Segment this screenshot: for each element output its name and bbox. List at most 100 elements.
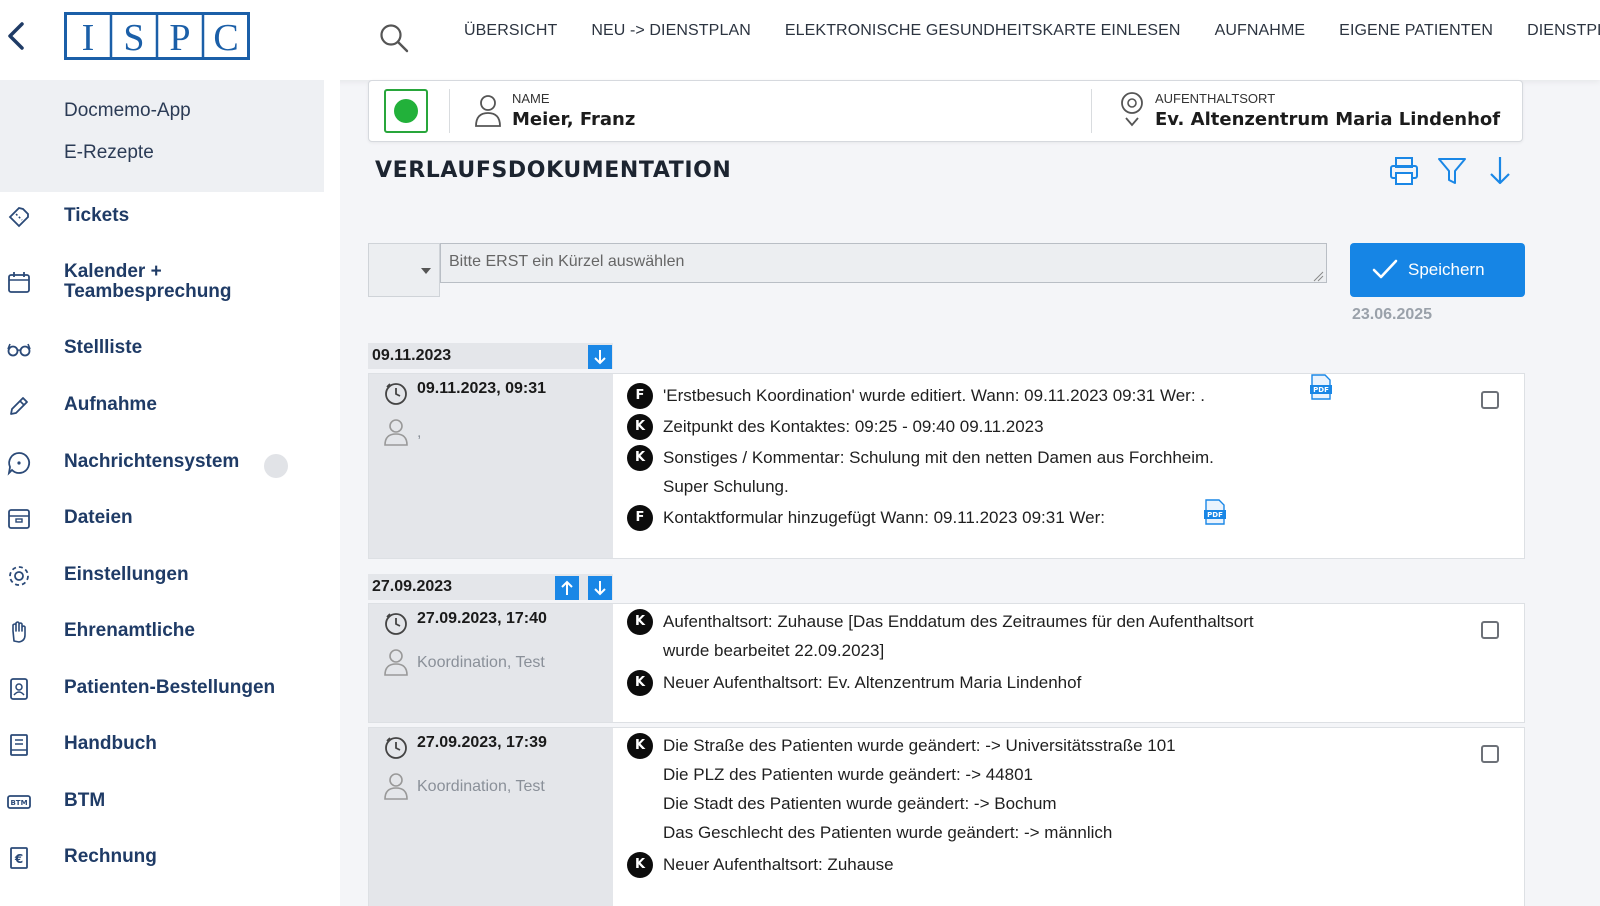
- history-entry: 27.09.2023, 17:39 Koordination, Test K D…: [368, 727, 1525, 906]
- user-icon: [384, 419, 408, 446]
- calendar-icon: [8, 272, 30, 293]
- sidebar-item-einstellungen[interactable]: Einstellungen: [0, 555, 330, 601]
- sidebar-item-btm[interactable]: BTM BTM: [0, 781, 330, 827]
- nav-gesundheitskarte[interactable]: ELEKTRONISCHE GESUNDHEITSKARTE EINLESEN: [785, 22, 1181, 40]
- arrow-down-icon[interactable]: [588, 576, 612, 600]
- main-nav: ÜBERSICHT NEU -> DIENSTPLAN ELEKTRONISCH…: [464, 22, 1600, 40]
- entry-line-cont: Die PLZ des Patienten wurde geändert: ->…: [663, 765, 1033, 784]
- page-title: VERLAUFSDOKUMENTATION: [375, 158, 732, 183]
- save-button[interactable]: Speichern: [1350, 243, 1525, 297]
- entry-line: 'Erstbesuch Koordination' wurde editiert…: [663, 386, 1205, 405]
- nav-dienstplan[interactable]: DIENSTPLAN: [1527, 22, 1600, 40]
- sidebar-item-aufnahme[interactable]: Aufnahme: [0, 385, 330, 431]
- pdf-icon[interactable]: PDF: [1309, 374, 1333, 400]
- date-bar: 09.11.2023: [368, 343, 613, 369]
- archive-icon: [8, 509, 30, 529]
- chevron-down-icon: [421, 268, 431, 274]
- sidebar-item-label: Kalender +: [64, 261, 162, 282]
- badge-k: K: [627, 852, 653, 878]
- sidebar-item-label-2: Teambesprechung: [64, 281, 232, 302]
- entry-user: Koordination, Test: [417, 654, 545, 671]
- sidebar-item-tickets[interactable]: Tickets: [0, 196, 330, 242]
- sidebar-item-stellliste[interactable]: Stellliste: [0, 328, 330, 374]
- hand-icon: [12, 621, 26, 643]
- sort-down-icon[interactable]: [1483, 154, 1517, 188]
- badge-k: K: [627, 733, 653, 759]
- sidebar-item-dateien[interactable]: Dateien: [0, 498, 330, 544]
- badge-icon: [10, 678, 28, 700]
- sidebar-item-label: Nachrichtensystem: [64, 451, 240, 472]
- arrow-down-icon[interactable]: [588, 345, 612, 369]
- sidebar-item-kalender[interactable]: Kalender + Teambesprechung: [0, 252, 330, 312]
- location-pin-icon: [1121, 92, 1143, 127]
- print-icon[interactable]: [1387, 154, 1421, 188]
- date-bar: 27.09.2023: [368, 574, 613, 600]
- status-dot: [394, 99, 418, 123]
- pencil-icon: [10, 397, 28, 415]
- user-icon: [384, 773, 408, 800]
- sidebar-item-label: Einstellungen: [64, 564, 189, 585]
- ispc-logo[interactable]: I S P C: [64, 12, 250, 60]
- entry-meta: 27.09.2023, 17:40 Koordination, Test: [369, 604, 613, 722]
- entry-checkbox[interactable]: [1481, 391, 1499, 409]
- history-entry: 09.11.2023, 09:31 , F 'Erstbesuch Koordi…: [368, 373, 1525, 559]
- note-input[interactable]: [440, 243, 1327, 283]
- entry-line-cont: Das Geschlecht des Patienten wurde geänd…: [663, 823, 1113, 842]
- entry-checkbox[interactable]: [1481, 621, 1499, 639]
- top-bar: I S P C ÜBERSICHT NEU -> DIENSTPLAN ELEK…: [0, 0, 1600, 80]
- svg-text:P: P: [169, 17, 190, 59]
- sidebar-item-label: Tickets: [64, 205, 130, 226]
- patient-location: Ev. Altenzentrum Maria Lindenhof: [1155, 109, 1501, 130]
- search-icon[interactable]: [378, 22, 410, 54]
- patient-name: Meier, Franz: [512, 109, 636, 130]
- back-chevron-icon[interactable]: [4, 18, 30, 54]
- ticket-icon: [8, 207, 29, 228]
- clock-icon: [385, 383, 407, 405]
- history-entry: 27.09.2023, 17:40 Koordination, Test K A…: [368, 603, 1525, 723]
- sidebar-item-label: Rechnung: [64, 846, 157, 867]
- badge-f: F: [627, 383, 653, 409]
- sidebar-sub-erezepte[interactable]: E-Rezepte: [64, 142, 154, 164]
- sidebar-item-label: BTM: [64, 790, 106, 811]
- svg-text:€: €: [14, 852, 23, 866]
- book-icon: [10, 734, 28, 756]
- sidebar-item-nachrichtensystem[interactable]: Nachrichtensystem: [0, 442, 330, 488]
- entry-line: Zeitpunkt des Kontaktes: 09:25 - 09:40 0…: [663, 417, 1044, 436]
- sidebar-item-label: Stellliste: [64, 337, 143, 358]
- sidebar-sub-docmemo[interactable]: Docmemo-App: [64, 100, 191, 122]
- group-date: 09.11.2023: [372, 347, 452, 364]
- entry-line-cont: Super Schulung.: [663, 477, 789, 496]
- save-date: 23.06.2025: [1352, 306, 1433, 323]
- arrow-up-icon[interactable]: [555, 576, 579, 600]
- svg-text:PDF: PDF: [1207, 511, 1223, 519]
- badge-k: K: [627, 414, 653, 440]
- sidebar-item-patienten-bestellungen[interactable]: Patienten-Bestellungen: [0, 668, 330, 714]
- btm-icon: BTM: [7, 795, 31, 809]
- clock-icon: [385, 613, 407, 635]
- svg-text:BTM: BTM: [10, 799, 27, 807]
- entry-user: Koordination, Test: [417, 778, 545, 795]
- status-indicator[interactable]: [384, 89, 428, 133]
- svg-text:S: S: [123, 17, 144, 59]
- pdf-icon[interactable]: PDF: [1203, 499, 1227, 525]
- entry-checkbox[interactable]: [1481, 745, 1499, 763]
- sidebar-item-rechnung[interactable]: € Rechnung: [0, 837, 330, 883]
- entry-meta: 27.09.2023, 17:39 Koordination, Test: [369, 728, 613, 906]
- badge-k: K: [627, 609, 653, 635]
- resize-handle-icon[interactable]: [1312, 270, 1324, 282]
- nav-uebersicht[interactable]: ÜBERSICHT: [464, 22, 557, 40]
- sidebar-item-handbuch[interactable]: Handbuch: [0, 724, 330, 770]
- kuerzel-select[interactable]: [368, 243, 440, 297]
- divider: [449, 89, 450, 133]
- nav-aufnahme[interactable]: AUFNAHME: [1215, 22, 1306, 40]
- clock-icon: [385, 737, 407, 759]
- nav-eigene-patienten[interactable]: EIGENE PATIENTEN: [1339, 22, 1493, 40]
- sidebar-item-ehrenamtliche[interactable]: Ehrenamtliche: [0, 611, 330, 657]
- person-icon: [475, 95, 501, 127]
- nav-neu-dienstplan[interactable]: NEU -> DIENSTPLAN: [591, 22, 751, 40]
- name-caption: NAME: [512, 91, 550, 106]
- sidebar-item-label: Handbuch: [64, 733, 157, 754]
- filter-icon[interactable]: [1435, 154, 1469, 188]
- checkmark-icon: [1372, 259, 1398, 279]
- entry-user: ,: [417, 424, 422, 441]
